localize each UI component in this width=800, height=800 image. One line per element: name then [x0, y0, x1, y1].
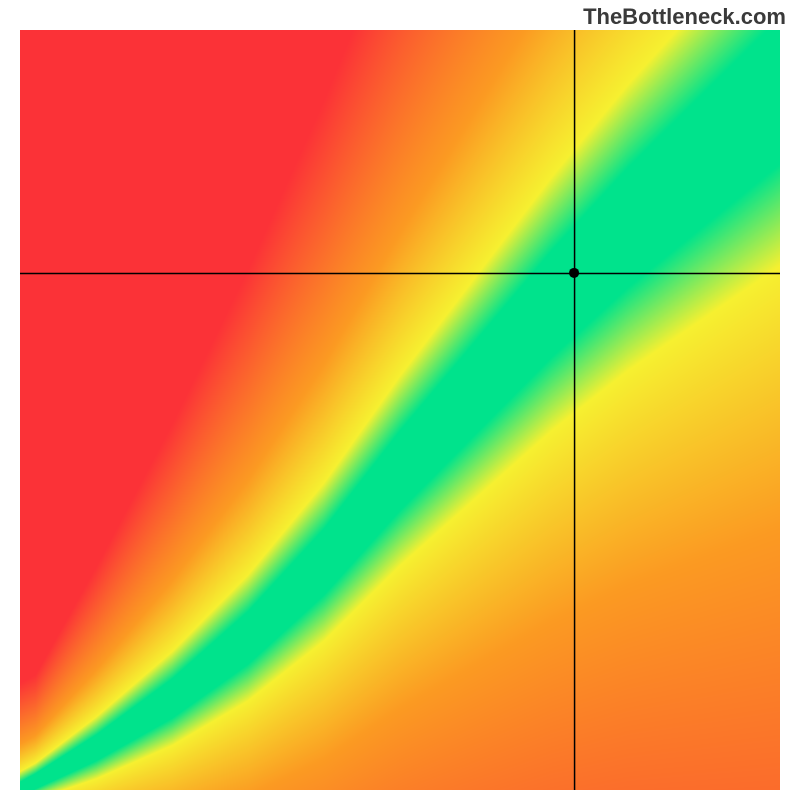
- watermark-text: TheBottleneck.com: [583, 4, 786, 30]
- bottleneck-heatmap: [20, 30, 780, 790]
